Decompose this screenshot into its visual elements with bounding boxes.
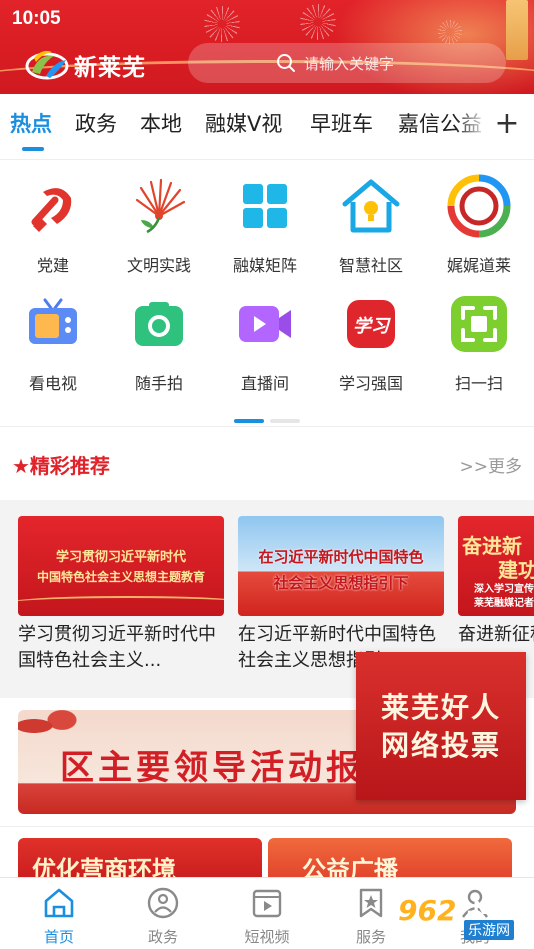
nav-label: 短视频	[244, 928, 290, 946]
app-header: 10:05 新莱芜 请输入关键字	[0, 0, 534, 94]
tab-active-indicator	[22, 147, 44, 151]
grid-squares-icon	[243, 184, 287, 228]
watermark-net: .NET	[466, 898, 513, 919]
grid-label: 娓娓道莱	[446, 256, 511, 275]
recommend-caption: 学习贯彻习近平新时代中国特色社会主义...	[18, 624, 216, 671]
grid-pager	[234, 408, 300, 427]
grid-item-party-building[interactable]: 党建	[0, 174, 106, 276]
thumbnail-text: 建功	[498, 558, 534, 582]
recommend-thumbnail: 在习近平新时代中国特色 社会主义思想指引下	[238, 516, 444, 616]
xuexi-icon: 学习	[347, 300, 395, 348]
site-watermark: 962 .NET 乐游网	[394, 894, 530, 944]
divider	[0, 826, 534, 827]
thumbnail-text: 在习近平新时代中国特色	[258, 548, 424, 566]
tab-morning-bus[interactable]: 早班车	[310, 108, 373, 138]
more-link[interactable]: >>更多	[460, 452, 523, 477]
home-icon	[44, 888, 74, 918]
ad-line-2: 网络投票	[380, 729, 501, 762]
ring-logo-icon	[447, 174, 511, 238]
tv-icon	[29, 298, 77, 344]
scan-icon	[451, 296, 507, 352]
tab-fade-overlay	[456, 94, 496, 154]
thumbnail-text: 莱芜融媒记者	[474, 598, 534, 609]
ribbon-decoration	[18, 596, 224, 610]
tab-local[interactable]: 本地	[140, 108, 182, 138]
recommend-thumbnail: 学习贯彻习近平新时代 中国特色社会主义思想主题教育	[18, 516, 224, 616]
firework-decoration	[204, 6, 240, 42]
search-box[interactable]: 请输入关键字	[188, 43, 506, 83]
nav-label: 政务	[147, 928, 178, 946]
grid-label: 学习强国	[338, 374, 403, 393]
nav-short-video[interactable]: 短视频	[214, 886, 320, 947]
grid-label: 扫一扫	[454, 374, 503, 393]
grid-item-live-room[interactable]: 直播间	[212, 292, 318, 394]
status-time: 10:05	[12, 8, 61, 29]
grid-item-smart-community[interactable]: 智慧社区	[318, 174, 424, 276]
xuexi-icon-text: 学习	[353, 316, 391, 337]
film-icon	[252, 889, 282, 918]
grid-item-xuexi-qiangguo[interactable]: 学习 学习强国	[318, 292, 424, 394]
video-camera-icon	[239, 306, 291, 342]
nav-label: 首页	[43, 928, 74, 946]
recommend-thumbnail: 奋进新 建功 深入学习宣传 莱芜融媒记者	[458, 516, 534, 616]
app-logo-icon	[25, 50, 69, 80]
fan-flower-icon	[135, 178, 186, 234]
banner-text: 区主要领导活动报道	[60, 748, 402, 788]
add-tab-button[interactable]: +	[492, 104, 522, 144]
grid-item-scan[interactable]: 扫一扫	[426, 292, 532, 394]
bookmark-star-icon	[359, 888, 383, 918]
grid-item-media-matrix[interactable]: 融媒矩阵	[212, 174, 318, 276]
watermark-site: 乐游网	[464, 920, 514, 940]
feature-grid: 党建 文明实践 融媒矩阵 智慧社区 娓娓道莱 看电视 随手拍 直播间 学习 学习…	[0, 166, 534, 426]
pager-dot-active	[234, 419, 264, 423]
grid-item-civilization-practice[interactable]: 文明实践	[106, 174, 212, 276]
house-bulb-icon	[342, 179, 400, 233]
grid-label: 融媒矩阵	[232, 256, 297, 275]
header-pillar-decoration	[506, 0, 528, 60]
divider	[0, 426, 534, 427]
thumbnail-text: 社会主义思想指引下	[273, 574, 409, 592]
firework-decoration	[300, 4, 336, 40]
camera-icon	[135, 302, 183, 346]
search-icon	[277, 54, 295, 72]
grid-item-weiwei-daolai[interactable]: 娓娓道莱	[426, 174, 532, 276]
recommend-card[interactable]: 奋进新 建功 深入学习宣传 莱芜融媒记者 奋进新征程	[458, 516, 534, 674]
grid-item-snapshot[interactable]: 随手拍	[106, 292, 212, 394]
nav-government[interactable]: 政务	[110, 886, 216, 947]
recommend-card[interactable]: 学习贯彻习近平新时代 中国特色社会主义思想主题教育 学习贯彻习近平新时代中国特色…	[18, 516, 224, 674]
ad-line-1: 莱芜好人	[380, 691, 501, 724]
grid-label: 党建	[36, 256, 69, 275]
watermark-brand: 962	[398, 894, 457, 927]
grid-label: 直播间	[240, 374, 289, 393]
party-emblem-icon	[31, 188, 72, 232]
channel-tabs: 热点 政务 本地 融媒V视 早班车 嘉信公益 +	[0, 94, 534, 160]
tab-media-video[interactable]: 融媒V视	[205, 108, 282, 138]
grid-label: 随手拍	[134, 374, 183, 393]
grid-label: 智慧社区	[338, 256, 403, 275]
thumbnail-text: 中国特色社会主义思想主题教育	[36, 570, 205, 584]
tab-government[interactable]: 政务	[75, 108, 117, 138]
pager-dot	[270, 419, 300, 423]
good-people-vote-ad[interactable]: 莱芜好人 网络投票	[356, 652, 526, 800]
search-placeholder: 请输入关键字	[304, 54, 395, 73]
grid-label: 看电视	[28, 374, 77, 393]
grid-label: 文明实践	[126, 256, 191, 275]
app-title: 新莱芜	[74, 55, 146, 81]
firework-decoration	[438, 20, 462, 44]
nav-home[interactable]: 首页	[6, 886, 112, 947]
recommend-card[interactable]: 在习近平新时代中国特色 社会主义思想指引下 在习近平新时代中国特色社会主义思想指…	[238, 516, 444, 674]
section-title: ★精彩推荐	[12, 454, 110, 478]
gov-icon	[147, 887, 179, 919]
grid-item-watch-tv[interactable]: 看电视	[0, 292, 106, 394]
tab-hot[interactable]: 热点	[10, 108, 52, 138]
thumbnail-text: 深入学习宣传	[474, 584, 534, 595]
thumbnail-text: 学习贯彻习近平新时代	[55, 550, 186, 565]
